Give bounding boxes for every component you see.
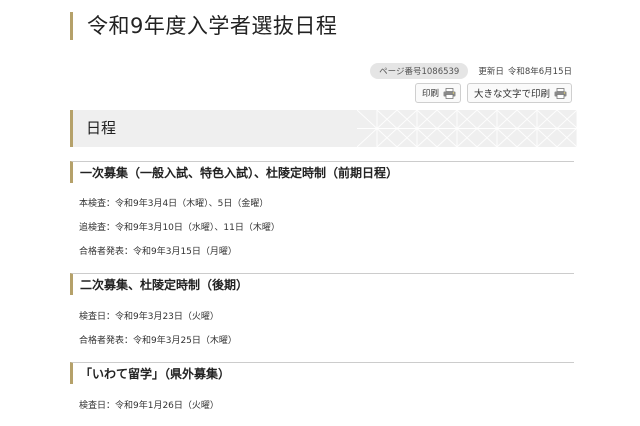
schedule-heading-second-round: 二次募集、杜陵定時制（後期） <box>70 273 574 295</box>
schedule-heading-first-round: 一次募集（一般入試、特色入試）、杜陵定時制（前期日程） <box>70 161 574 183</box>
schedule-line: 検査日：令和9年1月26日（火曜） <box>79 401 219 411</box>
schedule-heading-iwate-study: 「いわて留学」（県外募集） <box>70 362 574 384</box>
printer-icon <box>443 87 456 99</box>
large-print-button[interactable]: 大きな文字で印刷 <box>466 83 572 103</box>
print-tools: 印刷 大きな文字で印刷 <box>414 83 572 103</box>
print-button[interactable]: 印刷 <box>414 83 461 103</box>
updated-info: 更新日 令和8年6月15日 <box>478 65 572 77</box>
page-meta: ページ番号1086539 更新日 令和8年6月15日 <box>370 63 572 79</box>
updated-date: 令和8年6月15日 <box>507 67 572 77</box>
printer-icon <box>554 87 567 99</box>
updated-label: 更新日 <box>478 67 504 77</box>
print-button-label: 印刷 <box>421 89 439 99</box>
page-number-badge: ページ番号1086539 <box>370 63 469 79</box>
section-heading: 日程 <box>86 119 117 137</box>
schedule-line: 検査日：令和9年3月23日（火曜） <box>79 312 219 322</box>
schedule-line: 合格者発表：令和9年3月15日（月曜） <box>79 247 237 257</box>
schedule-line: 合格者発表：令和9年3月25日（木曜） <box>79 336 237 346</box>
page-title: 令和9年度入学者選抜日程 <box>70 12 337 40</box>
large-print-button-label: 大きな文字で印刷 <box>473 89 550 100</box>
schedule-line: 本検査：令和9年3月4日（木曜）、5日（金曜） <box>79 199 269 209</box>
schedule-line: 追検査：令和9年3月10日（水曜）、11日（木曜） <box>79 223 280 233</box>
asanoha-pattern-decoration <box>357 110 577 147</box>
section-header: 日程 <box>70 110 577 147</box>
